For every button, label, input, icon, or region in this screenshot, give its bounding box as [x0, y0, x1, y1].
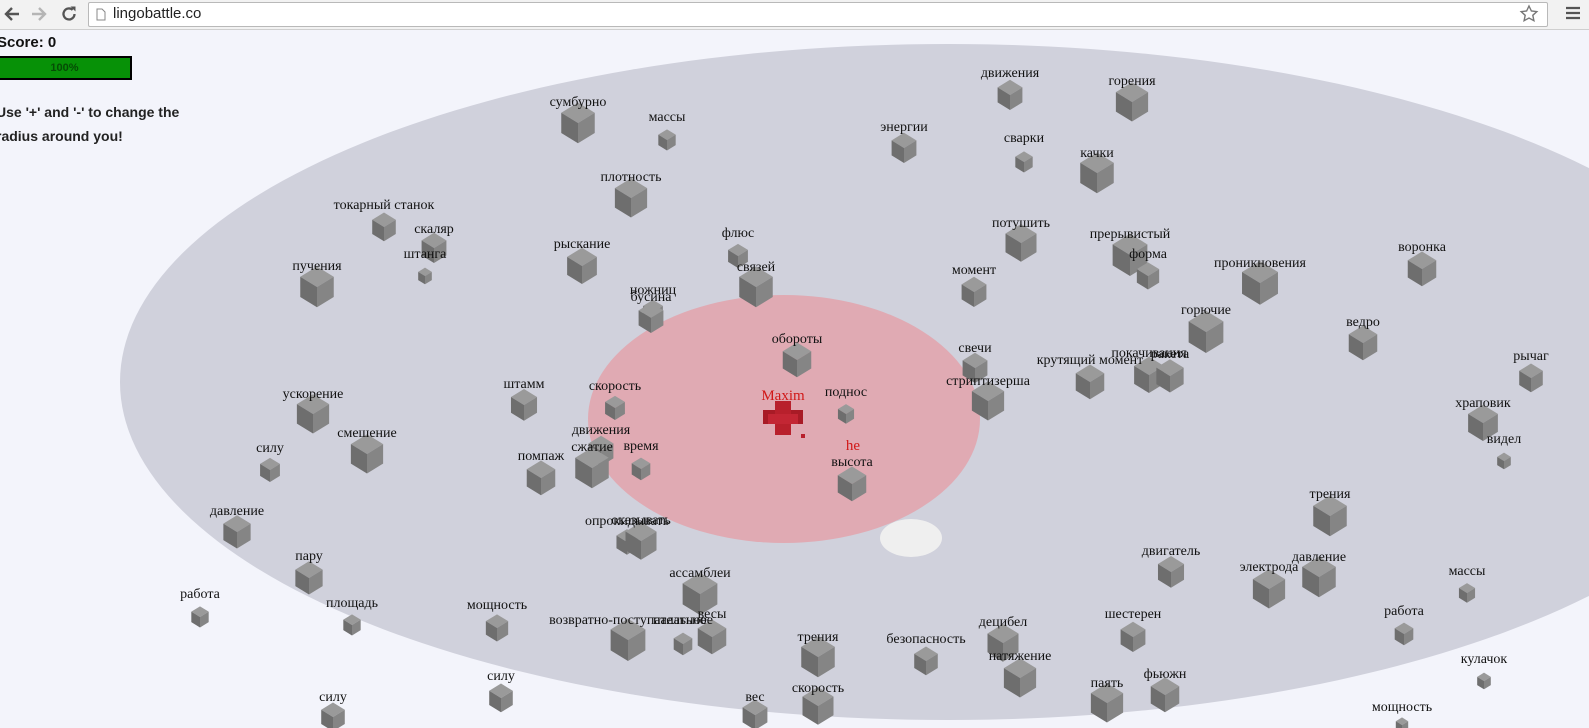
word-label: электрода: [1240, 560, 1300, 575]
word-label: давление: [1292, 550, 1346, 565]
word-label: силу: [487, 669, 515, 684]
word-label: пучения: [292, 259, 342, 274]
word-label: смешение: [337, 426, 396, 441]
word-label: стриптизерша: [946, 374, 1031, 389]
word-label: свечи: [958, 341, 992, 356]
word-label: двигатель: [1142, 544, 1201, 559]
word-label: площадь: [326, 596, 378, 611]
word-label: оказывать: [611, 513, 671, 528]
hamburger-menu-icon[interactable]: [1564, 4, 1582, 22]
word-label: потушить: [992, 216, 1050, 231]
word-label: сжатие: [571, 440, 613, 455]
word-label: силу: [319, 690, 347, 705]
word-label: натяжение: [989, 649, 1052, 664]
word-label: массы: [1449, 564, 1486, 579]
word-label: скорость: [792, 681, 844, 696]
word-label: силу: [256, 441, 284, 456]
word-label: палатьное: [653, 613, 713, 628]
reload-icon: [62, 6, 76, 21]
page-icon: [96, 8, 106, 21]
word-label: горения: [1108, 74, 1156, 89]
reload-button[interactable]: [58, 3, 80, 25]
word-cube[interactable]: [1395, 717, 1409, 728]
word-label: токарный станок: [334, 198, 435, 213]
word-label: работа: [1384, 604, 1424, 619]
word-cube[interactable]: [321, 702, 345, 728]
address-bar[interactable]: lingobattle.co: [88, 2, 1548, 27]
back-arrow-icon: [4, 7, 19, 21]
word-label: плотность: [601, 170, 662, 185]
word-label: бусина: [630, 290, 672, 305]
white-marker: [880, 519, 942, 557]
word-label: мощность: [1372, 700, 1432, 715]
word-label: воронка: [1398, 240, 1447, 255]
star-icon[interactable]: [1519, 4, 1539, 24]
word-label: трения: [798, 630, 839, 645]
instruction-text: Use '+' and '-' to change the radius aro…: [0, 104, 180, 144]
word-label: храповик: [1455, 396, 1511, 411]
word-label: проникновения: [1214, 256, 1306, 271]
word-label: прерывистый: [1090, 227, 1171, 242]
health-percent: 100%: [50, 62, 79, 74]
word-label: рыскание: [554, 237, 611, 252]
word-label: связей: [737, 260, 776, 275]
word-label: горючие: [1181, 303, 1231, 318]
player-name-label: he: [846, 438, 861, 454]
word-label: давление: [210, 504, 264, 519]
word-label: флюс: [722, 226, 754, 241]
word-label: движения: [572, 423, 631, 438]
game-scene[interactable]: движения горения сумбурно массы энергии сварк…: [0, 30, 1589, 728]
word-label: форма: [1129, 247, 1168, 262]
word-label: скаляр: [414, 222, 454, 237]
word-label: момент: [952, 263, 996, 278]
word-label: крутящий момент: [1037, 353, 1144, 368]
word-label: массы: [649, 110, 686, 125]
score-label: Score: 0: [0, 34, 57, 51]
word-label: вес: [745, 690, 764, 705]
url-text: lingobattle.co: [113, 5, 202, 22]
word-label: сумбурно: [550, 95, 607, 110]
word-label: энергии: [880, 120, 928, 135]
word-label: ассамблеи: [669, 566, 731, 581]
word-label: ускорение: [283, 387, 344, 402]
word-label: фьюжн: [1144, 667, 1187, 682]
word-label: пару: [295, 549, 323, 564]
word-label: скорость: [589, 379, 641, 394]
word-label: рычаг: [1513, 349, 1549, 364]
word-label: штамм: [503, 377, 544, 392]
word-label: поднос: [825, 385, 867, 400]
word-label: безопасность: [886, 632, 965, 647]
word-label: мощность: [467, 598, 527, 613]
word-cube[interactable]: [191, 606, 209, 628]
word-label: кулачок: [1461, 652, 1508, 667]
word-label: видел: [1487, 432, 1521, 447]
word-label: обороты: [772, 332, 823, 347]
word-cube[interactable]: [1477, 672, 1491, 690]
word-label: децибел: [979, 615, 1027, 630]
word-label: паять: [1091, 676, 1124, 691]
word-label: ведро: [1346, 315, 1380, 330]
word-label: сварки: [1004, 131, 1045, 146]
word-label: ракета: [1151, 347, 1190, 362]
word-label: время: [623, 439, 659, 454]
word-label: помпаж: [518, 449, 565, 464]
word-label: штанга: [404, 247, 448, 262]
word-label: движения: [981, 66, 1040, 81]
word-label: трения: [1310, 487, 1351, 502]
back-button[interactable]: [1, 3, 23, 25]
word-label: шестерен: [1105, 607, 1162, 622]
browser-toolbar: lingobattle.co: [0, 0, 1589, 30]
word-label: работа: [180, 587, 220, 602]
word-label: качки: [1080, 146, 1114, 161]
forward-button[interactable]: [28, 3, 50, 25]
health-bar: 100%: [0, 56, 132, 80]
word-cube[interactable]: [489, 683, 513, 713]
forward-arrow-icon: [32, 7, 47, 21]
word-label: высота: [831, 455, 873, 470]
